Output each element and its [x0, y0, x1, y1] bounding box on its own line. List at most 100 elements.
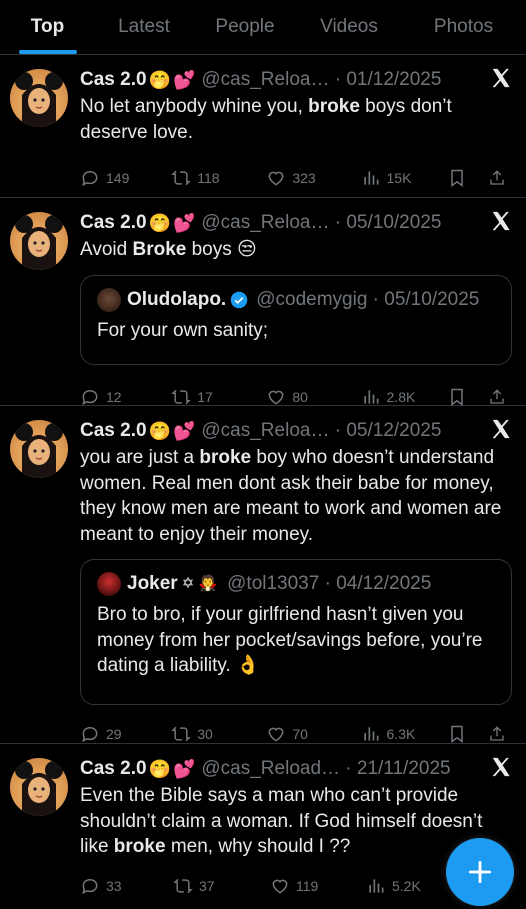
display-name[interactable]: Cas 2.0 [80, 419, 147, 443]
share-icon [490, 388, 504, 404]
handle-and-date[interactable]: @cas_Reloa… · 01/12/2025 [201, 68, 441, 92]
name-emoji: 💕 [172, 421, 196, 441]
name-emoji: 🤭 [148, 421, 171, 441]
views-button[interactable]: 6.3K [361, 724, 447, 744]
tab-latest-label: Latest [118, 16, 170, 37]
name-emoji: 💕 [172, 759, 196, 779]
tab-people-label: People [215, 16, 275, 37]
tab-videos[interactable]: Videos [297, 0, 401, 54]
handle-and-date[interactable]: @cas_Reload… · 21/11/2025 [201, 757, 450, 781]
active-tab-indicator [18, 50, 77, 54]
tweet[interactable]: Cas 2.0 🤭 💕 @cas_Reloa… · 05/12/2025 you… [0, 406, 526, 744]
name-emoji: 💕 [172, 70, 196, 90]
tweet[interactable]: Cas 2.0 🤭 💕 @cas_Reloa… · 01/12/2025 No … [0, 55, 526, 198]
share-button[interactable] [488, 724, 512, 744]
reply-button[interactable]: 12 [80, 387, 171, 407]
tweet-actions: 149 118 323 15K [80, 155, 512, 201]
reply-button[interactable]: 149 [80, 168, 171, 188]
retweet-icon [171, 170, 191, 186]
tab-people[interactable]: People [193, 0, 297, 54]
search-tabs: Top Latest People Videos Photos [0, 0, 526, 55]
like-button[interactable]: 119 [270, 876, 366, 896]
quote-avatar [97, 572, 121, 596]
bookmark-icon [451, 388, 463, 406]
reply-icon [82, 170, 98, 187]
display-name[interactable]: Cas 2.0 [80, 757, 147, 781]
bookmark-icon [451, 725, 463, 743]
views-button[interactable]: 5.2K [366, 876, 454, 896]
heart-icon [268, 727, 284, 742]
tweet-header: Cas 2.0 🤭 💕 @cas_Reloa… · 05/10/2025 [80, 210, 512, 236]
retweet-button[interactable]: 17 [171, 387, 266, 407]
quote-header: Oludolapo. @codemygig · 05/10/2025 [97, 287, 495, 312]
share-button[interactable] [488, 168, 512, 188]
avatar[interactable] [10, 212, 68, 270]
verified-badge-icon [230, 291, 248, 308]
plus-icon [468, 860, 492, 884]
heart-icon [268, 390, 284, 405]
retweet-icon [171, 389, 191, 404]
reply-icon [82, 726, 98, 743]
display-name[interactable]: Cas 2.0 [80, 211, 147, 235]
bookmark-icon [451, 169, 463, 187]
retweet-icon [171, 726, 191, 742]
tab-top[interactable]: Top [0, 0, 95, 54]
bookmark-button[interactable] [447, 387, 488, 407]
views-button[interactable]: 15K [361, 168, 447, 188]
handle-and-date[interactable]: @cas_Reloa… · 05/12/2025 [201, 419, 441, 443]
quote-avatar [97, 287, 121, 312]
x-logo-icon [490, 418, 516, 444]
bookmark-button[interactable] [447, 168, 488, 188]
avatar[interactable] [10, 69, 68, 127]
share-icon [490, 726, 504, 741]
avatar[interactable] [10, 758, 68, 816]
retweet-icon [173, 878, 193, 893]
tab-photos[interactable]: Photos [401, 0, 526, 54]
tweet-text: you are just a broke boy who doesn’t und… [80, 447, 502, 545]
name-emoji: 🤭 [148, 70, 171, 90]
quote-handle-and-date: @codemygig · 05/10/2025 [256, 288, 480, 310]
reply-button[interactable]: 29 [80, 724, 171, 744]
reply-icon [82, 878, 98, 894]
reply-button[interactable]: 33 [80, 876, 173, 896]
like-button[interactable]: 80 [266, 387, 360, 407]
x-logo-icon [490, 67, 516, 93]
views-icon [363, 171, 379, 185]
name-emoji: 💕 [172, 213, 196, 233]
retweet-button[interactable]: 37 [173, 876, 270, 896]
quoted-tweet[interactable]: Joker ✡ 🧛 @tol13037 · 04/12/2025 Bro to … [80, 559, 512, 705]
share-button[interactable] [488, 387, 512, 407]
reply-icon [82, 389, 98, 405]
x-logo-icon [490, 756, 516, 782]
share-icon [490, 170, 504, 185]
name-emoji: 🤭 [148, 213, 171, 233]
quote-text: For your own sanity; [97, 319, 269, 341]
quoted-tweet[interactable]: Oludolapo. @codemygig · 05/10/2025 For y… [80, 274, 512, 365]
tweet-header: Cas 2.0 🤭 💕 @cas_Reloa… · 05/12/2025 [80, 418, 512, 444]
quote-handle-and-date: @tol13037 · 04/12/2025 [227, 573, 432, 594]
like-button[interactable]: 70 [266, 724, 360, 744]
avatar[interactable] [10, 420, 68, 478]
views-icon [369, 878, 384, 893]
heart-icon [268, 171, 284, 186]
retweet-button[interactable]: 30 [171, 724, 266, 744]
views-button[interactable]: 2.8K [361, 387, 447, 407]
handle-and-date[interactable]: @cas_Reloa… · 05/10/2025 [201, 211, 441, 235]
like-button[interactable]: 323 [266, 168, 360, 188]
name-emoji: 🤭 [148, 759, 171, 779]
retweet-button[interactable]: 118 [171, 168, 266, 188]
tweet-text: Even the Bible says a man who can’t prov… [80, 785, 483, 857]
display-name[interactable]: Cas 2.0 [80, 68, 147, 92]
compose-button[interactable] [446, 838, 514, 906]
quote-display-name: Joker [127, 573, 178, 594]
tab-photos-label: Photos [433, 16, 494, 37]
tab-latest[interactable]: Latest [95, 0, 193, 54]
bookmark-button[interactable] [447, 724, 488, 744]
tab-videos-label: Videos [320, 16, 378, 37]
views-icon [363, 727, 379, 741]
tweet-header: Cas 2.0 🤭 💕 @cas_Reloa… · 01/12/2025 [80, 67, 512, 93]
heart-icon [272, 879, 288, 894]
tweet-text: Avoid Broke boys 😒 [80, 239, 257, 260]
tweet[interactable]: Cas 2.0 🤭 💕 @cas_Reloa… · 05/10/2025 Avo… [0, 198, 526, 406]
quote-text: Bro to bro, if your girlfriend hasn’t gi… [97, 604, 483, 676]
